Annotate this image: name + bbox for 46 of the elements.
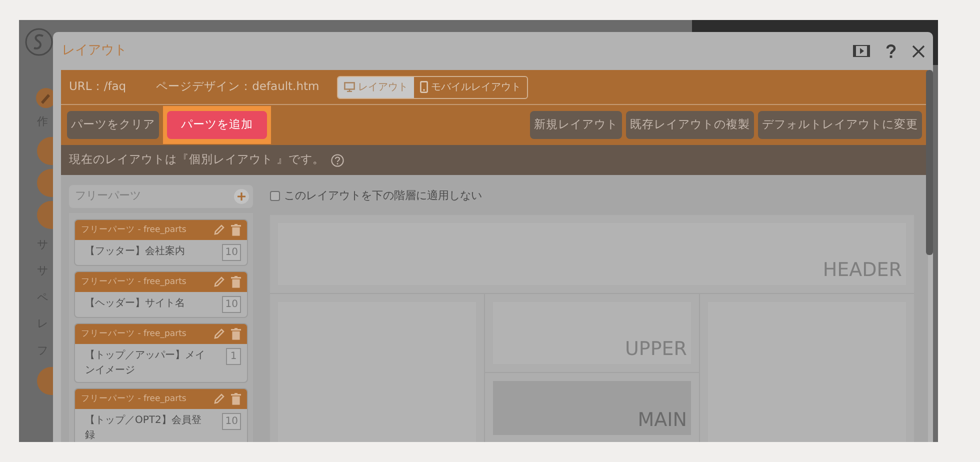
scrollbar[interactable]: [926, 70, 933, 255]
close-icon[interactable]: [912, 44, 925, 58]
checkbox-label[interactable]: このレイアウトを下の階層に適用しない: [284, 188, 482, 204]
layout-action-button[interactable]: デフォルトレイアウトに変更: [758, 111, 922, 139]
part-category: フリーパーツ - free_parts: [81, 276, 188, 288]
layout-action-button[interactable]: 新規レイアウト: [530, 111, 622, 139]
order-number: 10: [222, 296, 242, 313]
view-tab[interactable]: モバイルレイアウト: [414, 76, 528, 98]
part-category: フリーパーツ - free_parts: [81, 392, 188, 406]
part-card[interactable]: フリーパーツ - free_parts 【フッター】会社案内 10: [74, 219, 248, 266]
notice-text: 現在のレイアウトは『個別レイアウト 』です。: [69, 151, 325, 168]
part-name: 【フッター】会社案内: [85, 244, 186, 259]
trash-icon[interactable]: [231, 328, 241, 340]
pencil-icon[interactable]: [213, 224, 225, 236]
add-parts-button[interactable]: パーツを追加: [167, 111, 267, 139]
trash-icon[interactable]: [231, 224, 241, 236]
pencil-icon[interactable]: [213, 276, 225, 288]
trash-icon[interactable]: [231, 393, 241, 405]
part-card[interactable]: フリーパーツ - free_parts 【トップ／OPT2】会員登録 10: [74, 388, 248, 442]
part-category: フリーパーツ - free_parts: [81, 224, 188, 236]
clear-parts-button[interactable]: パーツをクリア: [67, 111, 159, 139]
layout-action-button[interactable]: 既存レイアウトの複製: [626, 111, 754, 139]
order-number: 1: [226, 348, 241, 365]
view-tab[interactable]: レイアウト: [338, 76, 414, 98]
dialog-title: レイアウト: [62, 42, 127, 60]
checkbox[interactable]: [270, 191, 280, 202]
trash-icon[interactable]: [231, 276, 241, 288]
part-card[interactable]: フリーパーツ - free_parts 【トップ／アッパー】メインイメージ 1: [74, 323, 248, 383]
part-card[interactable]: フリーパーツ - free_parts 【ヘッダー】サイト名 10: [74, 271, 248, 318]
pencil-icon[interactable]: [213, 393, 225, 405]
url-label: URL：/faq: [69, 78, 126, 96]
part-name: 【ヘッダー】サイト名: [85, 296, 186, 311]
part-name: 【トップ／OPT2】会員登録: [85, 414, 202, 442]
phone-icon: [420, 81, 428, 93]
part-category: フリーパーツ - free_parts: [81, 328, 188, 340]
monitor-icon: [344, 82, 356, 92]
order-number: 10: [222, 413, 241, 430]
video-icon[interactable]: [853, 45, 870, 57]
page-design-label: ページデザイン：default.htm: [156, 78, 320, 96]
pencil-icon[interactable]: [213, 328, 225, 340]
add-icon[interactable]: [234, 189, 249, 204]
logo-icon: [25, 28, 53, 56]
order-number: 10: [222, 244, 242, 261]
part-name: 【トップ／アッパー】メインイメージ: [85, 348, 206, 378]
help-icon[interactable]: [330, 154, 344, 166]
help-icon[interactable]: [886, 44, 896, 58]
